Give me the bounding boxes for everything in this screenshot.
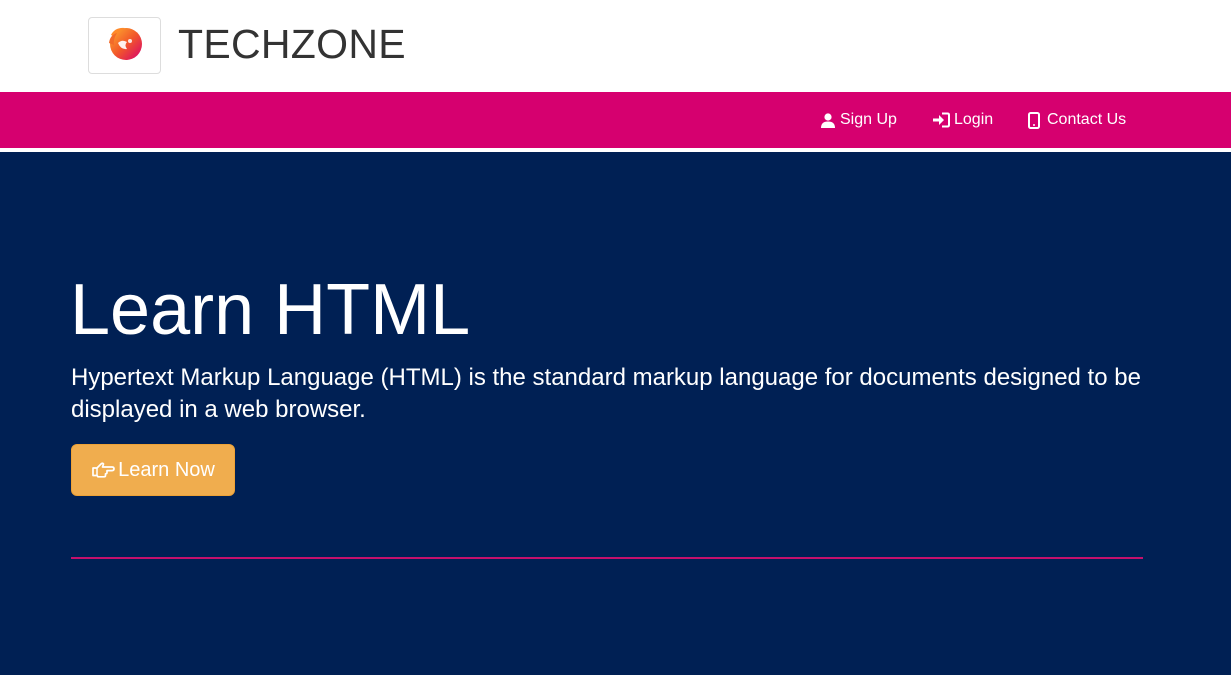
nav-login-link[interactable]: Login [932, 92, 993, 148]
site-header: TECHZONE [0, 0, 1231, 92]
learn-now-label: Learn Now [118, 458, 215, 481]
hero-title: Learn HTML [70, 270, 471, 350]
hero-divider [71, 557, 1143, 559]
nav-sign-up-link[interactable]: Sign Up [820, 92, 897, 148]
learn-now-button[interactable]: Learn Now [71, 444, 235, 496]
logo[interactable] [88, 17, 161, 74]
user-icon [820, 112, 836, 128]
login-icon [932, 112, 950, 128]
hero-description: Hypertext Markup Language (HTML) is the … [71, 364, 1141, 423]
nav-contact-us-label: Contact Us [1047, 111, 1127, 128]
nav-contact-us-link[interactable]: Contact Us [1028, 92, 1126, 148]
hero-section: Learn HTML Hypertext Markup Language (HT… [0, 152, 1231, 675]
mobile-phone-icon [1028, 111, 1040, 129]
nav-sign-up-label: Sign Up [840, 111, 897, 128]
lion-head-logo-icon [105, 23, 145, 68]
nav-login-label: Login [954, 111, 994, 128]
main-navbar: Sign Up Login Contact Us [0, 92, 1231, 148]
brand-name[interactable]: TECHZONE [178, 21, 406, 67]
hand-pointing-right-icon [91, 460, 115, 480]
